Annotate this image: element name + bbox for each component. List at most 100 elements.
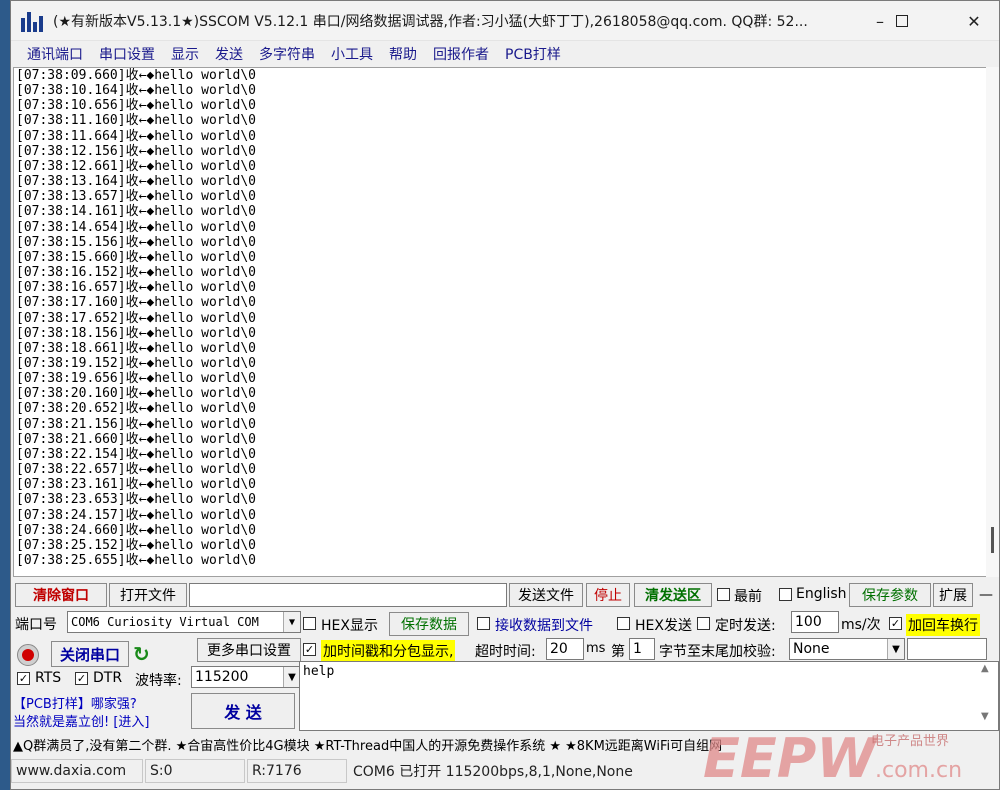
watermark-domain: .com.cn	[875, 758, 962, 783]
timed-send-checkbox[interactable]	[697, 617, 710, 630]
log-line: [07:38:16.152]收←◆hello world\0	[16, 265, 256, 281]
log-line: [07:38:20.652]收←◆hello world\0	[16, 401, 256, 417]
log-line: [07:38:12.661]收←◆hello world\0	[16, 158, 256, 174]
log-line: [07:38:10.164]收←◆hello world\0	[16, 83, 256, 99]
log-line: [07:38:13.164]收←◆hello world\0	[16, 174, 256, 190]
menu-multi-string[interactable]: 多字符串	[251, 44, 323, 64]
log-line: [07:38:24.660]收←◆hello world\0	[16, 522, 256, 538]
log-line: [07:38:17.652]收←◆hello world\0	[16, 310, 256, 326]
clear-send-button[interactable]: 清发送区	[634, 583, 712, 607]
menu-feedback[interactable]: 回报作者	[425, 44, 497, 64]
log-line: [07:38:21.156]收←◆hello world\0	[16, 416, 256, 432]
status-received: R:7176	[247, 759, 347, 783]
chevron-down-icon: ▼	[887, 639, 904, 659]
log-line: [07:38:11.160]收←◆hello world\0	[16, 113, 256, 129]
collapse-button[interactable]: —	[975, 583, 997, 607]
log-line: [07:38:11.664]收←◆hello world\0	[16, 128, 256, 144]
close-port-button[interactable]: 关闭串口	[51, 641, 129, 667]
baud-select-value: 115200	[195, 669, 249, 685]
log-line: [07:38:19.152]收←◆hello world\0	[16, 355, 256, 371]
log-line: [07:38:24.157]收←◆hello world\0	[16, 507, 256, 523]
save-data-button[interactable]: 保存数据	[389, 612, 469, 636]
chevron-down-icon: ▼	[283, 612, 300, 632]
timeout-input[interactable]: 20	[546, 638, 584, 660]
log-line: [07:38:19.656]收←◆hello world\0	[16, 371, 256, 387]
interval-input[interactable]: 100	[791, 611, 839, 633]
rts-label: RTS	[35, 670, 62, 686]
send-textarea[interactable]: help	[299, 661, 999, 731]
clear-window-button[interactable]: 清除窗口	[15, 583, 107, 607]
port-select-value: COM6 Curiosity Virtual COM	[71, 615, 259, 629]
log-line: [07:38:23.653]收←◆hello world\0	[16, 492, 256, 508]
window-title: (★有新版本V5.13.1★)SSCOM V5.12.1 串口/网络数据调试器,…	[53, 13, 808, 30]
expand-button[interactable]: 扩展	[933, 583, 973, 607]
baud-select[interactable]: 115200 ▼	[191, 666, 301, 688]
menu-help[interactable]: 帮助	[381, 44, 425, 64]
send-scroll-down-icon[interactable]: ▼	[981, 711, 989, 722]
send-file-button[interactable]: 发送文件	[509, 583, 583, 607]
timeout-unit: ms	[586, 641, 606, 656]
eepw-watermark: EEPW 电子产品世界 .com.cn	[703, 727, 962, 785]
hex-send-checkbox[interactable]	[617, 617, 630, 630]
save-params-button[interactable]: 保存参数	[849, 583, 931, 607]
menu-pcb[interactable]: PCB打样	[497, 44, 569, 64]
close-icon[interactable]: ✕	[951, 1, 997, 41]
log-line: [07:38:22.154]收←◆hello world\0	[16, 446, 256, 462]
status-sent: S:0	[145, 759, 245, 783]
menu-port-settings[interactable]: 串口设置	[91, 44, 163, 64]
add-crlf-checkbox[interactable]: ✓	[889, 617, 902, 630]
more-port-settings-button[interactable]: 更多串口设置	[197, 638, 301, 662]
maximize-icon[interactable]	[879, 1, 925, 41]
rts-checkbox[interactable]: ✓	[17, 672, 30, 685]
log-line: [07:38:18.661]收←◆hello world\0	[16, 340, 256, 356]
timestamp-checkbox[interactable]: ✓	[303, 643, 316, 656]
sscom-window: (★有新版本V5.13.1★)SSCOM V5.12.1 串口/网络数据调试器,…	[10, 0, 1000, 790]
file-path-input[interactable]	[189, 583, 507, 607]
watermark-brand: EEPW	[703, 727, 878, 785]
menu-send[interactable]: 发送	[207, 44, 251, 64]
open-file-button[interactable]: 打开文件	[109, 583, 187, 607]
receive-log[interactable]: [07:38:09.660]收←◆hello world\0 [07:38:10.…	[13, 67, 988, 577]
menu-bar: 通讯端口 串口设置 显示 发送 多字符串 小工具 帮助 回报作者 PCB打样	[11, 41, 999, 67]
log-line: [07:38:22.657]收←◆hello world\0	[16, 462, 256, 478]
watermark-cn: 电子产品世界	[871, 734, 949, 749]
refresh-icon[interactable]: ↻	[133, 642, 150, 666]
nth-label: 第	[611, 644, 625, 660]
stop-button[interactable]: 停止	[586, 583, 630, 607]
scrollbar-thumb[interactable]	[991, 527, 994, 553]
menu-tools[interactable]: 小工具	[323, 44, 381, 64]
promo-link-line2[interactable]: 当然就是嘉立创! [进入]	[13, 711, 150, 730]
recv-to-file-checkbox[interactable]	[477, 617, 490, 630]
menu-display[interactable]: 显示	[163, 44, 207, 64]
recv-to-file-label[interactable]: 接收数据到文件	[495, 615, 593, 635]
checksum-select[interactable]: None ▼	[789, 638, 905, 660]
log-line: [07:38:25.655]收←◆hello world\0	[16, 553, 256, 568]
log-line: [07:38:14.654]收←◆hello world\0	[16, 219, 256, 235]
topmost-checkbox[interactable]	[717, 588, 730, 601]
checksum-extra[interactable]	[907, 638, 987, 660]
log-line: [07:38:10.656]收←◆hello world\0	[16, 98, 256, 114]
port-status-icon	[17, 644, 39, 666]
port-select[interactable]: COM6 Curiosity Virtual COM ▼	[67, 611, 301, 633]
topmost-label: 最前	[734, 589, 762, 605]
log-line: [07:38:17.160]收←◆hello world\0	[16, 295, 256, 311]
promo-link-line1[interactable]: 【PCB打样】哪家强?	[13, 693, 137, 712]
hex-display-label: HEX显示	[321, 618, 378, 634]
log-line: [07:38:25.152]收←◆hello world\0	[16, 537, 256, 553]
menu-comm-port[interactable]: 通讯端口	[19, 44, 91, 64]
checksum-select-value: None	[793, 641, 830, 657]
english-checkbox[interactable]	[779, 588, 792, 601]
nth-input[interactable]: 1	[629, 638, 655, 660]
checksum-label: 字节至末尾加校验:	[659, 644, 776, 660]
log-line: [07:38:13.657]收←◆hello world\0	[16, 189, 256, 205]
dtr-checkbox[interactable]: ✓	[75, 672, 88, 685]
send-scroll-up-icon[interactable]: ▲	[981, 663, 989, 674]
news-ticker[interactable]: ▲Q群满员了,没有第二个群. ★合宙高性价比4G模块 ★RT-Thread中国人…	[13, 735, 722, 754]
title-bar[interactable]: (★有新版本V5.13.1★)SSCOM V5.12.1 串口/网络数据调试器,…	[11, 1, 999, 41]
dtr-label: DTR	[93, 670, 123, 686]
hex-display-checkbox[interactable]	[303, 617, 316, 630]
log-scrollbar[interactable]	[986, 67, 999, 577]
status-website[interactable]: www.daxia.com	[11, 759, 143, 783]
log-line: [07:38:18.156]收←◆hello world\0	[16, 325, 256, 341]
send-button[interactable]: 发 送	[191, 693, 295, 729]
